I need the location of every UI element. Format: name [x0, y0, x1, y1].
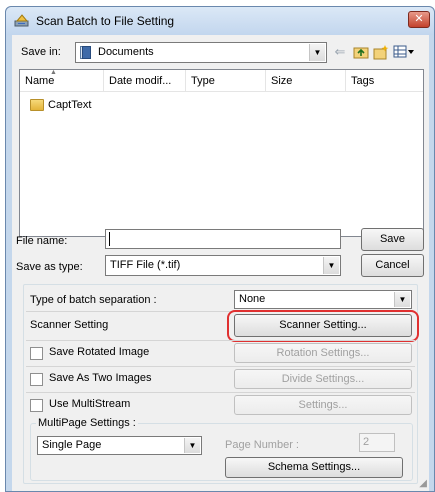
multipage-mode-dropdown[interactable]: Single Page ▼	[37, 436, 202, 455]
cancel-button[interactable]: Cancel	[361, 254, 424, 277]
file-name-input[interactable]	[105, 229, 341, 249]
multistream-checkbox[interactable]	[30, 399, 43, 412]
chevron-down-icon: ▼	[323, 257, 339, 274]
divider	[26, 392, 415, 393]
file-name-label: File name:	[16, 235, 68, 247]
page-number-input[interactable]: 2	[359, 433, 395, 452]
multipage-settings-group: MultiPage Settings : Single Page ▼ Page …	[30, 417, 413, 481]
save-in-label: Save in:	[21, 46, 61, 58]
dialog-window: Scan Batch to File Setting ✕ Save in: Do…	[5, 6, 435, 492]
batch-separation-value: None	[239, 293, 266, 305]
divider	[26, 366, 415, 367]
multipage-group-title: MultiPage Settings :	[36, 417, 138, 429]
close-icon: ✕	[414, 13, 424, 25]
multistream-label: Use MultiStream	[49, 398, 131, 410]
save-button[interactable]: Save	[361, 228, 424, 251]
documents-folder-icon	[80, 46, 91, 59]
save-two-images-checkbox[interactable]	[30, 373, 43, 386]
save-as-type-dropdown[interactable]: TIFF File (*.tif) ▼	[105, 255, 341, 276]
scanner-app-icon	[14, 14, 29, 27]
file-list-header: Name ▲ Date modif... Type Size Tags	[20, 69, 424, 92]
save-as-type-label: Save as type:	[16, 261, 83, 273]
chevron-down-icon: ▼	[184, 438, 200, 453]
column-header-tags[interactable]: Tags	[346, 70, 424, 92]
divider	[26, 340, 415, 341]
back-arrow-icon[interactable]: ⇐	[332, 44, 348, 60]
save-rotated-checkbox[interactable]	[30, 347, 43, 360]
resize-grip-icon[interactable]: ◢	[419, 478, 427, 489]
schema-settings-button[interactable]: Schema Settings...	[225, 457, 403, 478]
save-rotated-label: Save Rotated Image	[49, 346, 150, 358]
sort-ascending-icon: ▲	[50, 69, 57, 76]
file-list-view[interactable]: Name ▲ Date modif... Type Size Tags Capt…	[19, 69, 424, 237]
batch-settings-panel: Type of batch separation : None ▼ Scanne…	[23, 284, 419, 484]
list-item-label: CaptText	[48, 99, 92, 111]
chevron-down-icon: ▼	[309, 44, 325, 61]
column-header-name[interactable]: Name ▲	[20, 69, 104, 92]
title-bar[interactable]: Scan Batch to File Setting ✕	[6, 7, 434, 35]
text-caret	[109, 232, 110, 246]
window-title: Scan Batch to File Setting	[36, 14, 175, 28]
new-folder-icon[interactable]	[373, 44, 389, 60]
column-header-size[interactable]: Size	[266, 70, 346, 92]
save-in-dropdown[interactable]: Documents ▼	[75, 42, 327, 63]
rotation-settings-button[interactable]: Rotation Settings...	[234, 343, 412, 363]
divide-settings-button[interactable]: Divide Settings...	[234, 369, 412, 389]
save-in-value: Documents	[98, 46, 154, 58]
multipage-mode-value: Single Page	[42, 439, 102, 451]
view-menu-icon[interactable]	[393, 44, 415, 60]
folder-icon	[30, 99, 44, 111]
dialog-client-area: Save in: Documents ▼ ⇐ Name ▲ Date modif…	[12, 35, 429, 491]
multistream-settings-button[interactable]: Settings...	[234, 395, 412, 415]
batch-separation-dropdown[interactable]: None ▼	[234, 290, 412, 309]
batch-separation-label: Type of batch separation :	[30, 294, 157, 306]
save-as-type-value: TIFF File (*.tif)	[110, 259, 181, 271]
chevron-down-icon: ▼	[394, 292, 410, 307]
scanner-setting-label: Scanner Setting	[30, 319, 109, 331]
column-header-type[interactable]: Type	[186, 70, 266, 92]
column-header-date-modified[interactable]: Date modif...	[104, 70, 186, 92]
close-button[interactable]: ✕	[408, 11, 430, 28]
page-number-label: Page Number :	[225, 439, 299, 451]
up-folder-icon[interactable]	[353, 44, 369, 60]
save-two-images-label: Save As Two Images	[49, 372, 152, 384]
highlight-annotation	[227, 310, 419, 342]
